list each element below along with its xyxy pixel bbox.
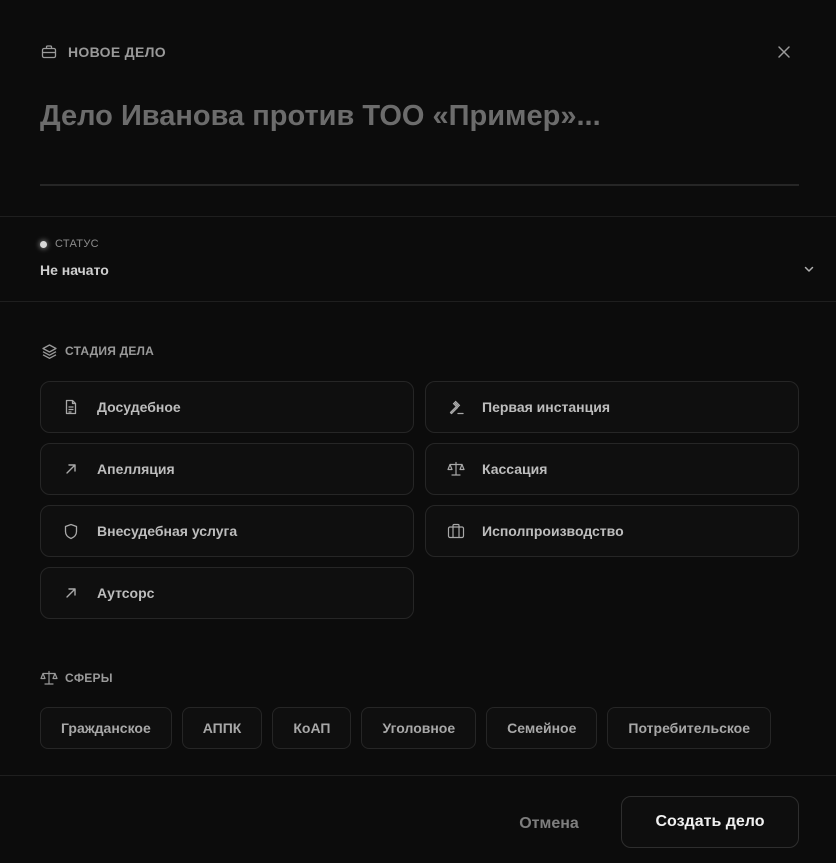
stage-option-label: Внесудебная услуга [97, 523, 238, 539]
modal-header: НОВОЕ ДЕЛО [40, 40, 796, 64]
spheres-section-heading: СФЕРЫ [40, 668, 113, 688]
divider [0, 216, 836, 217]
modal-heading: НОВОЕ ДЕЛО [68, 44, 166, 60]
stage-option-extrajudicial[interactable]: Внесудебная услуга [40, 505, 414, 557]
cancel-button[interactable]: Отмена [498, 806, 600, 842]
spheres-chip-group: Гражданское АППК КоАП Уголовное Семейное… [40, 707, 772, 749]
close-button[interactable] [772, 40, 796, 64]
stage-option-label: Кассация [482, 461, 548, 477]
sphere-chip-appk[interactable]: АППК [181, 707, 263, 749]
chevron-down-icon[interactable] [802, 262, 816, 276]
stage-heading-text: СТАДИЯ ДЕЛА [65, 344, 155, 358]
stage-option-label: Исполпроизводство [482, 523, 624, 539]
sphere-chip-koap[interactable]: КоАП [272, 707, 352, 749]
status-indicator-dot [40, 240, 47, 248]
status-label: СТАТУС [55, 238, 99, 250]
divider [0, 775, 836, 776]
divider [0, 301, 836, 302]
stage-option-outsource[interactable]: Аутсорс [40, 567, 414, 619]
briefcase-icon [447, 522, 465, 540]
sphere-chip-criminal[interactable]: Уголовное [361, 707, 477, 749]
sphere-chip-family[interactable]: Семейное [486, 707, 598, 749]
stage-option-pretrial[interactable]: Досудебное [40, 381, 414, 433]
briefcase-icon [40, 43, 58, 61]
document-icon [62, 398, 80, 416]
new-case-modal: НОВОЕ ДЕЛО Дело Иванова против ТОО «Прим… [0, 0, 836, 863]
stage-option-label: Досудебное [97, 399, 181, 415]
gavel-icon [447, 398, 465, 416]
sphere-chip-civil[interactable]: Гражданское [40, 707, 172, 749]
stage-option-first-instance[interactable]: Первая инстанция [425, 381, 799, 433]
stage-option-label: Аутсорс [97, 585, 155, 601]
arrow-up-right-icon [62, 584, 80, 602]
shield-icon [62, 522, 80, 540]
stage-option-label: Первая инстанция [482, 399, 610, 415]
stage-option-cassation[interactable]: Кассация [425, 443, 799, 495]
spheres-heading-text: СФЕРЫ [65, 671, 113, 685]
sphere-chip-consumer[interactable]: Потребительское [607, 707, 772, 749]
stage-option-enforcement[interactable]: Исполпроизводство [425, 505, 799, 557]
stage-option-label: Апелляция [97, 461, 175, 477]
status-value: Не начато [40, 262, 109, 278]
create-case-button[interactable]: Создать дело [621, 796, 799, 848]
scales-icon [40, 669, 58, 687]
arrow-up-right-icon [62, 460, 80, 478]
case-title-input[interactable]: Дело Иванова против ТОО «Пример»... [40, 100, 799, 146]
stage-option-appeal[interactable]: Апелляция [40, 443, 414, 495]
close-icon[interactable] [777, 45, 791, 59]
title-underline [40, 184, 799, 186]
layers-icon [40, 342, 58, 360]
stage-section-heading: СТАДИЯ ДЕЛА [40, 341, 154, 361]
status-select[interactable]: СТАТУС Не начато [40, 235, 816, 285]
scales-icon [447, 460, 465, 478]
